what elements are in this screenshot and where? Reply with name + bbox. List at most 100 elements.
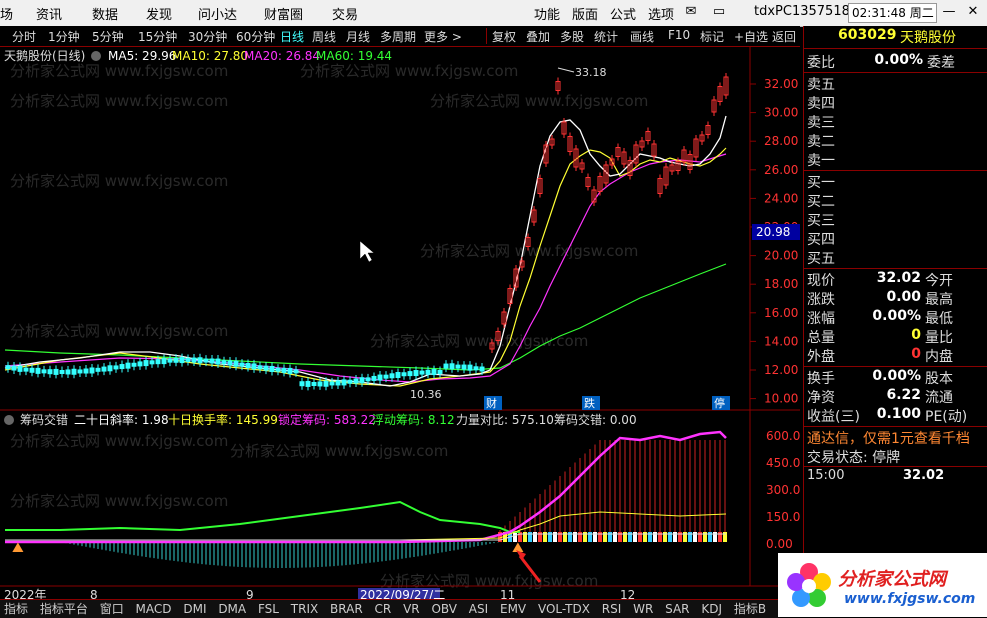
menu-item-discover[interactable]: 发现 bbox=[146, 4, 172, 23]
floating-chips-label: 浮动筹码: 8.12 bbox=[372, 413, 455, 427]
tool-adjust-button[interactable]: 复权 bbox=[492, 28, 516, 45]
y-tick-label: 18.00 bbox=[764, 277, 798, 291]
stock-header: 603029 天鹅股份 bbox=[804, 26, 987, 46]
high-pointer bbox=[557, 67, 575, 73]
period-tab-more[interactable]: 更多 > bbox=[424, 28, 462, 45]
tab-brar[interactable]: BRAR bbox=[330, 602, 363, 616]
stock-code: 603029 bbox=[838, 27, 897, 43]
order-ratio-label: 委比 bbox=[807, 55, 835, 71]
clock-display: 02:31:48 周二 bbox=[848, 3, 937, 23]
turnover-line bbox=[5, 511, 727, 541]
tool-drawline-button[interactable]: 画线 bbox=[630, 28, 654, 45]
tool-f10-button[interactable]: F10 bbox=[668, 28, 690, 42]
svg-text:分析家公式网 www.fxjgsw.com: 分析家公式网 www.fxjgsw.com bbox=[10, 172, 228, 190]
stat-label-2: 流通 bbox=[925, 390, 953, 406]
stat-label: 换手 bbox=[807, 371, 835, 387]
indicator-tab-strip: 指标 指标平台 窗口 MACD DMI DMA FSL TRIX BRAR CR… bbox=[0, 599, 780, 618]
tab-indicator-b[interactable]: 指标B bbox=[734, 602, 766, 616]
period-tab-timeshare[interactable]: 分时 bbox=[12, 28, 36, 45]
ma5-label: MA5: 29.96 bbox=[108, 49, 176, 63]
minimize-icon[interactable]: — bbox=[938, 2, 960, 22]
settings-icon bbox=[91, 51, 101, 61]
tool-multistock-button[interactable]: 多股 bbox=[560, 28, 584, 45]
tab-wr[interactable]: WR bbox=[633, 602, 653, 616]
stat-row-price: 现价 32.02 今开 bbox=[807, 270, 985, 289]
ma10-label: MA10: 27.80 bbox=[172, 49, 248, 63]
stat-label: 涨跌 bbox=[807, 292, 835, 308]
candlesticks bbox=[5, 73, 729, 391]
period-tab-multi[interactable]: 多周期 bbox=[380, 28, 416, 45]
svg-text:分析家公式网 www.fxjgsw.com: 分析家公式网 www.fxjgsw.com bbox=[10, 62, 228, 80]
toolbar-divider bbox=[486, 28, 487, 44]
svg-text:分析家公式网 www.fxjgsw.com: 分析家公式网 www.fxjgsw.com bbox=[300, 62, 518, 80]
menu-item-ask[interactable]: 问小达 bbox=[198, 4, 237, 23]
current-price-marker-label: 20.98 bbox=[756, 225, 790, 239]
tab-obv[interactable]: OBV bbox=[431, 602, 457, 616]
menu-item-trade[interactable]: 交易 bbox=[332, 4, 358, 23]
tab-asi[interactable]: ASI bbox=[469, 602, 488, 616]
tab-trix[interactable]: TRIX bbox=[291, 602, 318, 616]
menu-item-function[interactable]: 功能 bbox=[534, 4, 560, 23]
period-tab-1min[interactable]: 1分钟 bbox=[48, 28, 80, 45]
tool-mark-button[interactable]: 标记 bbox=[700, 28, 724, 45]
menu-item-options[interactable]: 选项 bbox=[648, 4, 674, 23]
period-tab-weekly[interactable]: 周线 bbox=[312, 28, 336, 45]
sell-level-label: 卖三 bbox=[807, 115, 835, 131]
menu-item-formula[interactable]: 公式 bbox=[610, 4, 636, 23]
stat-label-2: 最低 bbox=[925, 311, 953, 327]
menu-item-data[interactable]: 数据 bbox=[92, 4, 118, 23]
period-tab-30min[interactable]: 30分钟 bbox=[188, 28, 227, 45]
period-tab-15min[interactable]: 15分钟 bbox=[138, 28, 177, 45]
stat-label: 现价 bbox=[807, 273, 835, 289]
tab-dma[interactable]: DMA bbox=[218, 602, 246, 616]
period-tab-60min[interactable]: 60分钟 bbox=[236, 28, 275, 45]
tab-indicator-platform[interactable]: 指标平台 bbox=[40, 602, 88, 616]
indicator-tabs: 指标 指标平台 窗口 MACD DMI DMA FSL TRIX BRAR CR… bbox=[0, 586, 780, 618]
buy-level-label: 买一 bbox=[807, 175, 835, 191]
sell-level-label: 卖一 bbox=[807, 153, 835, 169]
menu-item-wealth[interactable]: 财富圈 bbox=[264, 4, 303, 23]
stat-label-2: 内盘 bbox=[925, 349, 953, 365]
signal-icon-left: ⛰ bbox=[12, 540, 24, 556]
y-axis-ticks-main: 32.0030.0028.0026.0024.0022.0020.0018.00… bbox=[750, 77, 798, 406]
svg-text:分析家公式网 www.fxjgsw.com: 分析家公式网 www.fxjgsw.com bbox=[230, 442, 448, 460]
tool-stats-button[interactable]: 统计 bbox=[594, 28, 618, 45]
menu-item-layout[interactable]: 版面 bbox=[572, 4, 598, 23]
tab-vol[interactable]: VOL-TDX bbox=[538, 602, 590, 616]
tab-indicator[interactable]: 指标 bbox=[4, 602, 28, 616]
tool-back-button[interactable]: 返回 bbox=[772, 28, 796, 45]
watermark: 分析家公式网 www.fxjgsw.com 分析家公式网 www.fxjgsw.… bbox=[10, 62, 648, 590]
logo-name: 分析家公式网 bbox=[838, 569, 946, 590]
tray-icon[interactable]: ▭ bbox=[708, 2, 730, 22]
tool-add-watch-button[interactable]: +自选 bbox=[734, 28, 768, 45]
period-tab-daily[interactable]: 日线 bbox=[280, 28, 304, 45]
kline-chart[interactable]: 分析家公式网 www.fxjgsw.com 分析家公式网 www.fxjgsw.… bbox=[0, 46, 800, 612]
trade-status: 交易状态: 停牌 bbox=[807, 450, 901, 466]
tab-window[interactable]: 窗口 bbox=[100, 602, 124, 616]
tab-cr[interactable]: CR bbox=[375, 602, 392, 616]
menu-item-market[interactable]: 场 bbox=[0, 4, 13, 23]
buy-level-label: 买二 bbox=[807, 194, 835, 210]
sub-y-tick-label: 600.0 bbox=[766, 429, 800, 443]
tab-vr[interactable]: VR bbox=[403, 602, 420, 616]
y-axis-ticks-sub: 600.0 450.0 300.0 150.0 0.00 bbox=[766, 429, 800, 551]
stat-row-volume: 总量 0 量比 bbox=[807, 327, 985, 346]
logo-url: www.fxjgsw.com bbox=[844, 591, 976, 607]
tab-sar[interactable]: SAR bbox=[665, 602, 689, 616]
stock-name: 天鹅股份 bbox=[900, 30, 956, 46]
mouse-cursor-icon bbox=[359, 240, 375, 263]
tab-fsl[interactable]: FSL bbox=[258, 602, 279, 616]
close-icon[interactable]: ✕ bbox=[962, 2, 984, 22]
promo-notice[interactable]: 通达信，仅需1元查看千档 bbox=[807, 428, 985, 447]
tab-macd[interactable]: MACD bbox=[136, 602, 172, 616]
tool-overlay-button[interactable]: 叠加 bbox=[526, 28, 550, 45]
period-tab-5min[interactable]: 5分钟 bbox=[92, 28, 124, 45]
tab-emv[interactable]: EMV bbox=[500, 602, 526, 616]
mail-icon[interactable]: ✉ bbox=[680, 2, 702, 22]
tab-rsi[interactable]: RSI bbox=[602, 602, 622, 616]
tab-kdj[interactable]: KDJ bbox=[701, 602, 722, 616]
menu-item-news[interactable]: 资讯 bbox=[36, 4, 62, 23]
y-tick-label: 14.00 bbox=[764, 334, 798, 348]
tab-dmi[interactable]: DMI bbox=[183, 602, 206, 616]
period-tab-monthly[interactable]: 月线 bbox=[346, 28, 370, 45]
